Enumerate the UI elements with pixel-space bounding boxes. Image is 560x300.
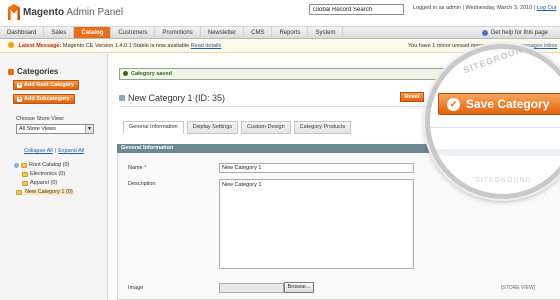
tree-item-label: New Category 1 (0) [24, 189, 74, 195]
sidebar-title: Categories [8, 67, 58, 76]
divider [430, 127, 560, 128]
tree-item-label: Root Catalog (0) [29, 162, 70, 168]
name-field[interactable] [219, 163, 414, 173]
folder-icon [21, 162, 27, 168]
image-label: Image [128, 285, 144, 291]
tab-category-products[interactable]: Category Products [293, 121, 352, 134]
nav-reports[interactable]: Reports [272, 27, 309, 38]
required-marker: * [144, 165, 147, 171]
tree-links: Collapse All | Expand All [24, 148, 84, 154]
main-nav: Dashboard Sales Catalog Customers Promot… [0, 27, 560, 39]
add-root-category-button[interactable]: + Add Root Category [13, 80, 80, 90]
success-icon [123, 71, 128, 76]
image-file-input[interactable] [219, 283, 284, 293]
header-user-info: Logged in as admin | Wednesday, March 3,… [413, 5, 557, 11]
page-title-text: New Category 1 (ID: 35) [128, 93, 226, 103]
global-search-input[interactable] [309, 4, 404, 15]
tree-item-label: Apparel (0) [30, 180, 58, 186]
nav-newsletter[interactable]: Newsletter [201, 27, 245, 38]
nav-system[interactable]: System [308, 27, 344, 38]
nav-customers[interactable]: Customers [111, 27, 156, 38]
sidebar-title-label: Categories [17, 67, 59, 76]
save-category-button[interactable]: ✓ Save Category [438, 93, 560, 115]
tab-general-information[interactable]: General Information [123, 121, 184, 134]
success-text: Category saved [131, 71, 172, 77]
add-root-label: Add Root Category [24, 82, 75, 88]
expand-all-link[interactable]: Expand All [58, 148, 84, 154]
browse-button[interactable]: Browse... [284, 282, 314, 293]
logo-text: Magento Admin Panel [23, 6, 124, 18]
warning-icon [8, 42, 14, 48]
magento-logo[interactable]: Magento Admin Panel [8, 3, 123, 21]
tree-item[interactable]: Electronics (0) [22, 171, 65, 177]
nav-promotions[interactable]: Promotions [155, 27, 201, 38]
logout-link[interactable]: Log Out [537, 5, 557, 11]
help-label: Get help for this page [490, 30, 548, 36]
tab-strip [430, 149, 560, 156]
nav-dashboard[interactable]: Dashboard [0, 27, 45, 38]
chevron-down-icon: ▼ [85, 125, 93, 133]
categories-icon [8, 68, 14, 75]
add-subcategory-button[interactable]: + Add Subcategory [13, 94, 75, 104]
tab-custom-design[interactable]: Custom Design [241, 121, 291, 134]
watermark: SITEGROUND [475, 177, 532, 184]
description-field[interactable]: New Category 1 [219, 179, 414, 269]
nav-cms[interactable]: CMS [244, 27, 273, 38]
collapse-all-link[interactable]: Collapse All [24, 148, 53, 154]
help-icon [481, 30, 488, 36]
help-link[interactable]: Get help for this page [481, 27, 548, 39]
description-label: Description [128, 181, 156, 187]
globe-icon [14, 162, 19, 168]
tree-item-label: Electronics (0) [30, 171, 66, 177]
check-icon: ✓ [447, 97, 460, 111]
tree-item[interactable]: Root Catalog (0) [14, 162, 69, 168]
tree-item-selected[interactable]: New Category 1 (0) [16, 189, 74, 195]
save-category-label: Save Category [466, 97, 550, 111]
message-text: Magento CE Version 1.4.0.1 Stable is now… [62, 43, 190, 49]
message-title: Latest Message: [18, 43, 62, 49]
admin-header: Magento Admin Panel Logged in as admin |… [0, 0, 560, 27]
magento-logo-icon [8, 4, 20, 20]
link-separator: | [54, 148, 57, 154]
name-label: Name * [128, 165, 146, 171]
tree-item[interactable]: Apparel (0) [22, 180, 57, 186]
categories-sidebar: Categories + Add Root Category + Add Sub… [0, 54, 108, 300]
choose-store-label: Choose Store View: [16, 116, 65, 122]
reset-button[interactable]: Reset [400, 92, 424, 102]
add-sub-label: Add Subcategory [24, 96, 70, 102]
category-tabs: General Information Display Settings Cus… [123, 121, 352, 134]
folder-icon [16, 189, 22, 195]
store-view-scope: [STORE VIEW] [501, 285, 536, 291]
name-label-text: Name [128, 165, 143, 171]
category-icon [119, 95, 125, 101]
read-details-link[interactable]: Read details [191, 43, 222, 49]
nav-catalog[interactable]: Catalog [74, 27, 112, 38]
folder-icon [22, 171, 28, 177]
folder-icon [22, 180, 28, 186]
store-view-select[interactable]: All Store Views ▼ [16, 124, 94, 134]
store-select-value: All Store Views [19, 126, 56, 132]
tab-display-settings[interactable]: Display Settings [186, 121, 239, 134]
plus-icon: + [17, 95, 22, 102]
page-title: New Category 1 (ID: 35) [119, 93, 225, 103]
plus-icon: + [17, 81, 22, 88]
nav-sales[interactable]: Sales [44, 27, 75, 38]
